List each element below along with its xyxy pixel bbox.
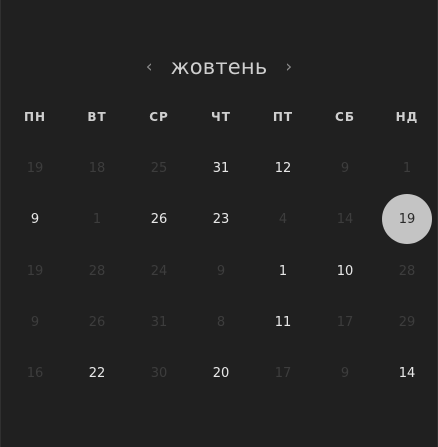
day-cell[interactable]: 31 xyxy=(196,143,246,193)
day-cell[interactable]: 28 xyxy=(72,246,122,296)
day-cell[interactable]: 8 xyxy=(196,297,246,347)
day-cell[interactable]: 29 xyxy=(382,297,432,347)
day-cell[interactable]: 19 xyxy=(10,246,60,296)
day-cell[interactable]: 28 xyxy=(382,246,432,296)
chevron-left-icon[interactable]: ‹ xyxy=(142,58,157,76)
day-cell[interactable]: 22 xyxy=(72,348,122,398)
month-title: жовтень xyxy=(170,55,268,79)
day-cell[interactable]: 14 xyxy=(320,194,370,244)
day-cell[interactable]: 1 xyxy=(258,246,308,296)
day-cell[interactable]: 9 xyxy=(10,194,60,244)
day-cell[interactable]: 17 xyxy=(258,348,308,398)
day-cell[interactable]: 1 xyxy=(72,194,122,244)
day-cell[interactable]: 26 xyxy=(134,194,184,244)
day-cell[interactable]: 16 xyxy=(10,348,60,398)
day-cell[interactable]: 9 xyxy=(320,348,370,398)
day-cell[interactable]: 4 xyxy=(258,194,308,244)
calendar-panel: ‹ жовтень › ПН ВТ СР ЧТ ПТ СБ НД 19 18 25 31 12 9 1 9… xyxy=(0,0,438,447)
day-cell[interactable]: 23 xyxy=(196,194,246,244)
day-cell-selected[interactable]: 19 xyxy=(382,194,432,244)
month-header: ‹ жовтень › xyxy=(1,50,437,84)
day-cell[interactable]: 9 xyxy=(10,297,60,347)
weekday-label: ПН xyxy=(23,110,47,124)
day-cell[interactable]: 9 xyxy=(196,246,246,296)
day-cell[interactable]: 1 xyxy=(382,143,432,193)
day-cell[interactable]: 19 xyxy=(10,143,60,193)
day-cell[interactable]: 9 xyxy=(320,143,370,193)
weekday-label: ПТ xyxy=(272,110,294,124)
day-cell[interactable]: 30 xyxy=(134,348,184,398)
weekday-label: СБ xyxy=(335,110,355,124)
day-cell[interactable]: 17 xyxy=(320,297,370,347)
day-cell[interactable]: 18 xyxy=(72,143,122,193)
day-cell[interactable]: 14 xyxy=(382,348,432,398)
weekday-label: СР xyxy=(149,110,169,124)
day-cell[interactable]: 10 xyxy=(320,246,370,296)
day-cell[interactable]: 11 xyxy=(258,297,308,347)
day-cell[interactable]: 31 xyxy=(134,297,184,347)
weekday-label: НД xyxy=(395,110,419,124)
day-cell[interactable]: 26 xyxy=(72,297,122,347)
weekday-label: ЧТ xyxy=(211,110,231,124)
day-cell[interactable]: 20 xyxy=(196,348,246,398)
weekday-label: ВТ xyxy=(87,110,107,124)
day-cell[interactable]: 12 xyxy=(258,143,308,193)
day-cell[interactable]: 25 xyxy=(134,143,184,193)
chevron-right-icon[interactable]: › xyxy=(281,58,296,76)
day-cell[interactable]: 24 xyxy=(134,246,184,296)
